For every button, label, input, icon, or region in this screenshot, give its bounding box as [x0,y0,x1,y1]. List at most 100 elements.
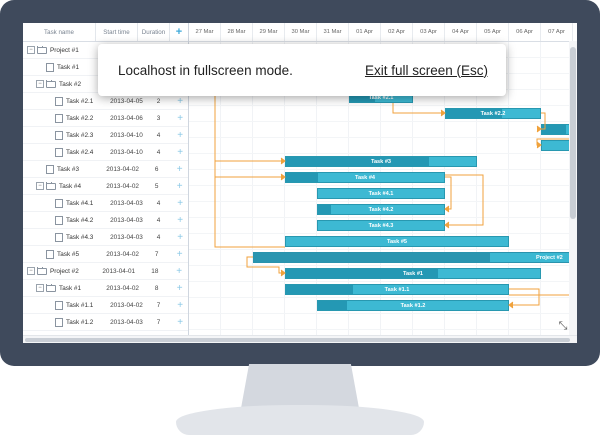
header-task-name[interactable]: Task name [23,23,96,41]
add-subtask-icon[interactable]: + [172,147,188,158]
duration-cell: 3 [156,114,161,122]
dependency-link[interactable] [509,288,540,306]
dependency-link[interactable] [246,256,285,274]
file-icon [55,96,63,106]
task-name-label: Task #2.2 [66,114,94,122]
task-name-cell: Task #4.1 [23,198,108,208]
link-arrow-icon [444,221,450,229]
add-subtask-icon[interactable]: + [172,198,188,209]
link-arrow-icon [280,269,286,277]
exit-fullscreen-link[interactable]: Exit full screen (Esc) [365,63,488,78]
start-time-cell: 2013-04-02 [106,165,139,173]
grid-row[interactable]: − Project #2 2013-04-01 18 + [23,263,188,280]
file-icon [55,198,63,208]
task-name-cell: Task #5 [23,249,103,259]
duration-cell: 7 [156,318,161,326]
grid-row[interactable]: Task #2.2 2013-04-06 3 + [23,110,188,127]
folder-icon [37,267,47,275]
file-icon [55,215,63,225]
dependency-link[interactable] [541,112,546,130]
task-name-label: Task #4.2 [66,216,94,224]
grid-row[interactable]: Task #5 2013-04-02 7 + [23,246,188,263]
header-duration[interactable]: Duration [138,23,170,41]
collapse-toggle-icon[interactable]: − [27,267,35,275]
file-icon [46,164,54,174]
start-time-cell: 2013-04-05 [110,97,143,105]
add-subtask-icon[interactable]: + [171,249,188,260]
dependency-link[interactable] [392,103,445,114]
link-arrow-icon [444,205,450,213]
start-time-cell: 2013-04-01 [102,267,136,275]
duration-cell: 7 [156,301,161,309]
expand-icon[interactable]: ⤡ [556,319,570,333]
add-subtask-icon[interactable]: + [172,215,188,226]
duration-cell: 8 [154,284,159,292]
add-subtask-icon[interactable]: + [171,164,188,175]
grid-row[interactable]: Task #4.2 2013-04-03 4 + [23,212,188,229]
header-start-time[interactable]: Start time [96,23,138,41]
task-name-cell: − Task #2 [23,80,103,88]
add-subtask-icon[interactable]: + [171,181,188,192]
folder-icon [46,80,56,88]
grid-row[interactable]: Task #1.2 2013-04-03 7 + [23,314,188,331]
link-arrow-icon [280,173,286,181]
add-subtask-icon[interactable]: + [170,266,188,277]
add-task-button[interactable]: + [170,23,188,41]
duration-cell: 4 [156,148,161,156]
duration-cell: 2 [156,97,161,105]
collapse-toggle-icon[interactable]: − [27,46,35,54]
duration-cell: 4 [156,131,161,139]
horizontal-scrollbar[interactable] [23,335,577,343]
dependency-link[interactable] [445,176,452,210]
duration-cell: 4 [156,199,161,207]
grid-row[interactable]: Task #4.1 2013-04-03 4 + [23,195,188,212]
folder-icon [46,284,56,292]
grid-row[interactable]: − Task #1 2013-04-02 8 + [23,280,188,297]
fullscreen-message: Localhost in fullscreen mode. [118,62,293,78]
dependency-link[interactable] [536,129,569,146]
duration-cell: 18 [151,267,159,275]
grid-row[interactable]: Task #4.3 2013-04-03 4 + [23,229,188,246]
grid-row[interactable]: Task #3 2013-04-02 6 + [23,161,188,178]
file-icon [46,62,54,72]
collapse-toggle-icon[interactable]: − [36,182,44,190]
task-name-label: Task #1.1 [66,301,94,309]
task-name-label: Task #4.1 [66,199,94,207]
task-name-label: Task #1.2 [66,318,94,326]
add-subtask-icon[interactable]: + [172,113,188,124]
grid-row[interactable]: − Task #4 2013-04-02 5 + [23,178,188,195]
add-subtask-icon[interactable]: + [172,96,188,107]
add-subtask-icon[interactable]: + [172,232,188,243]
collapse-toggle-icon[interactable]: − [36,284,44,292]
horizontal-scroll-thumb[interactable] [25,338,570,342]
start-time-cell: 2013-04-03 [110,216,143,224]
add-subtask-icon[interactable]: + [172,317,188,328]
grid-row[interactable]: Task #2.4 2013-04-10 4 + [23,144,188,161]
task-name-label: Task #2.4 [66,148,94,156]
start-time-cell: 2013-04-10 [110,131,143,139]
file-icon [55,232,63,242]
monitor-stand-base [176,405,424,435]
grid-row[interactable]: Task #2.3 2013-04-10 4 + [23,127,188,144]
vertical-scrollbar[interactable] [569,41,577,335]
collapse-toggle-icon[interactable]: − [36,80,44,88]
task-name-label: Project #1 [50,46,79,54]
add-subtask-icon[interactable]: + [171,283,188,294]
add-subtask-icon[interactable]: + [172,300,188,311]
file-icon [46,249,54,259]
task-name-cell: Task #4.3 [23,232,108,242]
task-name-label: Task #1 [59,284,82,292]
task-name-cell: Task #2.4 [23,147,108,157]
vertical-scroll-thumb[interactable] [570,47,576,219]
duration-cell: 6 [154,165,159,173]
link-arrow-icon [536,141,542,149]
add-subtask-icon[interactable]: + [172,130,188,141]
start-time-cell: 2013-04-03 [110,233,143,241]
task-name-label: Task #4 [59,182,82,190]
task-name-label: Task #4.3 [66,233,94,241]
task-name-cell: − Project #1 [23,46,98,54]
grid-header: Task name Start time Duration + [23,23,188,42]
duration-cell: 7 [154,250,159,258]
link-arrow-icon [440,109,446,117]
grid-row[interactable]: Task #1.1 2013-04-02 7 + [23,297,188,314]
